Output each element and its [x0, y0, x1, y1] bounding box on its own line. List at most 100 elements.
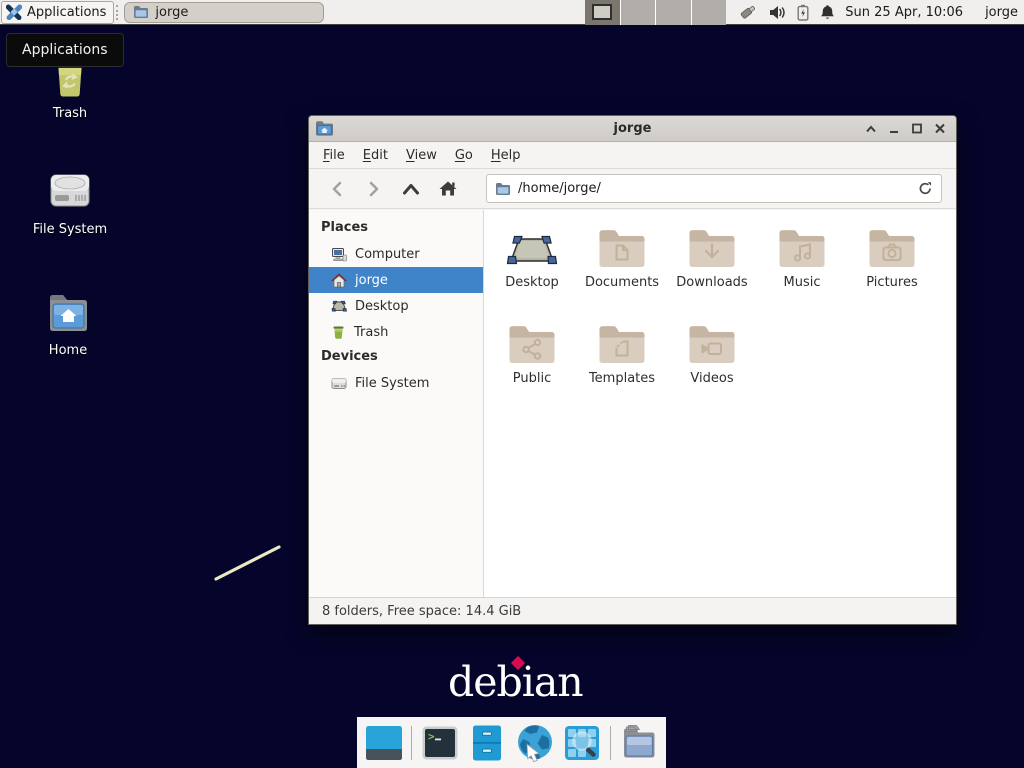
public-folder-icon: [487, 324, 577, 366]
side-pane: Places Computer: [309, 210, 484, 597]
workspace-window-preview: [592, 4, 612, 20]
menu-edit[interactable]: Edit: [354, 148, 397, 163]
sidebar-item-jorge[interactable]: jorge: [309, 267, 483, 293]
file-item-label: Music: [757, 275, 847, 290]
file-item-public[interactable]: Public: [487, 322, 577, 418]
menu-view[interactable]: View: [397, 148, 446, 163]
app-finder-icon: [563, 724, 601, 762]
computer-icon: [331, 247, 347, 262]
pictures-folder-icon: [847, 228, 937, 270]
menu-file[interactable]: File: [314, 148, 354, 163]
workspace-4[interactable]: [692, 0, 727, 25]
file-item-templates[interactable]: Templates: [577, 322, 667, 418]
videos-folder-icon: [667, 324, 757, 366]
workspace-1[interactable]: [585, 0, 620, 25]
dock-panel: >: [357, 717, 666, 768]
reload-button[interactable]: [918, 181, 933, 196]
sidebar-item-trash[interactable]: Trash: [309, 319, 483, 345]
taskbar-grip-handle[interactable]: [116, 5, 122, 20]
up-button[interactable]: [395, 174, 426, 204]
file-item-documents[interactable]: Documents: [577, 226, 667, 322]
dock-separator: [411, 726, 412, 760]
taskbar-window-label: jorge: [155, 5, 188, 20]
desktop-icon-label: Home: [20, 343, 116, 358]
file-item-downloads[interactable]: Downloads: [667, 226, 757, 322]
file-cabinet-launcher[interactable]: [468, 723, 507, 763]
desktop-icon-filesystem[interactable]: File System: [22, 169, 118, 237]
sidebar-item-file-system[interactable]: File System: [309, 370, 483, 396]
applications-menu-button[interactable]: Applications: [1, 1, 114, 24]
terminal-icon: >: [421, 725, 459, 761]
file-item-videos[interactable]: Videos: [667, 322, 757, 418]
show-desktop-icon: [365, 725, 403, 761]
sidebar-item-computer[interactable]: Computer: [309, 241, 483, 267]
workspace-3[interactable]: [656, 0, 691, 25]
home-button[interactable]: [432, 174, 463, 204]
file-item-label: Downloads: [667, 275, 757, 290]
window-title: jorge: [309, 121, 956, 136]
path-text[interactable]: /home/jorge/: [518, 181, 911, 196]
file-item-desktop[interactable]: Desktop: [487, 226, 577, 322]
home-icon: [331, 273, 347, 288]
debian-logo: debian: [448, 658, 583, 706]
file-list: Desktop Documents: [484, 210, 956, 597]
volume-icon[interactable]: [769, 5, 786, 20]
sidebar-item-label: Computer: [355, 247, 420, 262]
file-item-label: Templates: [577, 371, 667, 386]
location-bar[interactable]: /home/jorge/: [486, 174, 942, 203]
web-browser-globe-icon: [515, 723, 555, 763]
statusbar: 8 folders, Free space: 14.4 GiB: [309, 597, 956, 624]
desktop-icon-home[interactable]: Home: [20, 290, 116, 358]
applications-tooltip: Applications: [6, 33, 124, 67]
templates-folder-icon: [577, 324, 667, 366]
forward-button[interactable]: [358, 174, 389, 204]
panel-clock[interactable]: Sun 25 Apr, 10:06: [845, 5, 963, 20]
hard-drive-icon: [22, 169, 118, 217]
desktop-stray-line: [200, 538, 295, 588]
web-browser-launcher[interactable]: [515, 723, 555, 763]
workspace-2[interactable]: [621, 0, 656, 25]
desktop: Applications jorge: [0, 0, 1024, 768]
sidebar-item-label: Desktop: [355, 299, 409, 314]
notifications-bell-icon[interactable]: [820, 4, 835, 21]
sidebar-item-desktop[interactable]: Desktop: [309, 293, 483, 319]
file-item-label: Public: [487, 371, 577, 386]
menu-go[interactable]: Go: [446, 148, 482, 163]
panel-username[interactable]: jorge: [985, 5, 1018, 20]
desktop-mini-icon: [331, 299, 347, 313]
file-manager-window: jorge File Edit View Go Help: [308, 115, 957, 625]
show-desktop-launcher[interactable]: [364, 723, 403, 763]
directory-menu-launcher[interactable]: [619, 723, 659, 763]
desktop-icon-label: File System: [22, 222, 118, 237]
places-header: Places: [309, 216, 483, 241]
sidebar-item-label: jorge: [355, 273, 388, 288]
menubar: File Edit View Go Help: [309, 142, 956, 169]
file-item-label: Documents: [577, 275, 667, 290]
taskbar-window-button[interactable]: jorge: [124, 2, 324, 23]
applications-menu-label: Applications: [27, 5, 106, 20]
application-finder-launcher[interactable]: [563, 723, 602, 763]
file-item-label: Videos: [667, 371, 757, 386]
directory-folder-icon: [619, 724, 659, 762]
terminal-launcher[interactable]: >: [420, 723, 459, 763]
window-titlebar[interactable]: jorge: [309, 116, 956, 142]
devices-header: Devices: [309, 345, 483, 370]
window-close-button[interactable]: [933, 122, 947, 136]
battery-charging-icon[interactable]: [797, 4, 809, 21]
desktop-special-icon: [487, 228, 577, 270]
system-tray: [738, 3, 835, 21]
window-maximize-button[interactable]: [910, 122, 924, 136]
back-button[interactable]: [321, 174, 352, 204]
drive-mini-icon: [331, 377, 347, 390]
trash-mini-icon: [331, 325, 346, 340]
removable-device-icon[interactable]: [738, 3, 758, 21]
toolbar: /home/jorge/: [309, 169, 956, 209]
file-item-pictures[interactable]: Pictures: [847, 226, 937, 322]
documents-folder-icon: [577, 228, 667, 270]
workspace-switcher[interactable]: [585, 0, 726, 25]
window-minimize-button[interactable]: [887, 122, 901, 136]
window-shade-button[interactable]: [864, 122, 878, 136]
window-folder-icon: [315, 120, 334, 137]
file-item-music[interactable]: Music: [757, 226, 847, 322]
menu-help[interactable]: Help: [482, 148, 530, 163]
